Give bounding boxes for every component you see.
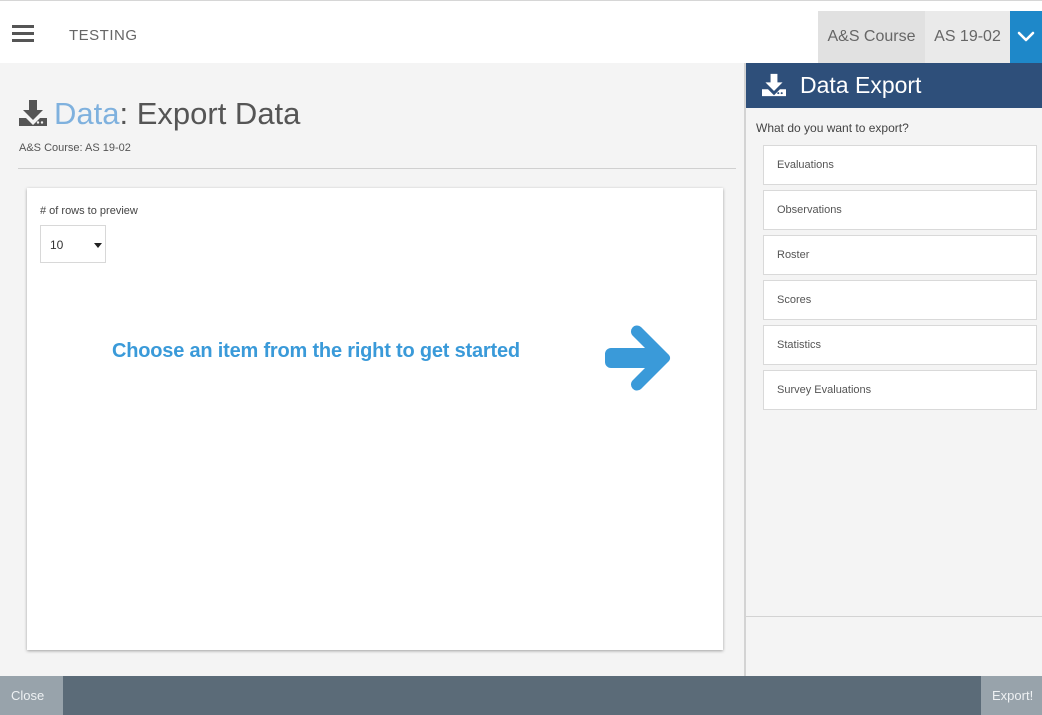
export-option-statistics[interactable]: Statistics bbox=[763, 325, 1037, 365]
caret-down-icon bbox=[94, 243, 102, 248]
course-type-label[interactable]: A&S Course bbox=[818, 11, 925, 64]
export-options-list: Evaluations Observations Roster Scores S… bbox=[763, 145, 1037, 415]
get-started-hint: Choose an item from the right to get sta… bbox=[112, 340, 520, 362]
panel-footer-divider bbox=[746, 616, 1042, 617]
bottom-action-bar: Close Export! bbox=[0, 676, 1042, 715]
course-selector-toggle[interactable] bbox=[1010, 11, 1042, 64]
export-button[interactable]: Export! bbox=[981, 676, 1042, 715]
export-option-roster[interactable]: Roster bbox=[763, 235, 1037, 275]
download-icon bbox=[18, 99, 48, 135]
title-separator: : bbox=[119, 96, 129, 131]
hamburger-icon[interactable] bbox=[12, 25, 34, 43]
page-subtitle: A&S Course: AS 19-02 bbox=[19, 142, 131, 154]
course-code-label[interactable]: AS 19-02 bbox=[925, 11, 1010, 64]
download-icon bbox=[762, 73, 786, 97]
title-page-name: Export Data bbox=[128, 96, 301, 131]
chevron-down-icon bbox=[1017, 31, 1035, 42]
export-option-scores[interactable]: Scores bbox=[763, 280, 1037, 320]
title-section-link[interactable]: Data bbox=[54, 96, 119, 131]
main-content: Data: Export Data A&S Course: AS 19-02 #… bbox=[0, 63, 744, 676]
export-question: What do you want to export? bbox=[756, 121, 909, 135]
preview-card: # of rows to preview 10 Choose an item f… bbox=[27, 188, 723, 650]
rows-preview-select[interactable]: 10 bbox=[40, 225, 106, 263]
divider bbox=[18, 168, 736, 169]
page-title: Data: Export Data bbox=[18, 96, 300, 135]
close-button[interactable]: Close bbox=[0, 676, 63, 715]
panel-header: Data Export bbox=[746, 63, 1042, 108]
panel-title: Data Export bbox=[800, 72, 922, 98]
top-bar: TESTING A&S Course AS 19-02 bbox=[0, 0, 1042, 64]
rows-preview-label: # of rows to preview bbox=[40, 205, 138, 217]
export-option-observations[interactable]: Observations bbox=[763, 190, 1037, 230]
app-title: TESTING bbox=[69, 27, 138, 44]
rows-preview-value: 10 bbox=[50, 238, 64, 252]
export-option-survey-evaluations[interactable]: Survey Evaluations bbox=[763, 370, 1037, 410]
arrow-right-icon bbox=[605, 325, 670, 391]
export-option-evaluations[interactable]: Evaluations bbox=[763, 145, 1037, 185]
data-export-panel: Data Export What do you want to export? … bbox=[744, 63, 1042, 676]
